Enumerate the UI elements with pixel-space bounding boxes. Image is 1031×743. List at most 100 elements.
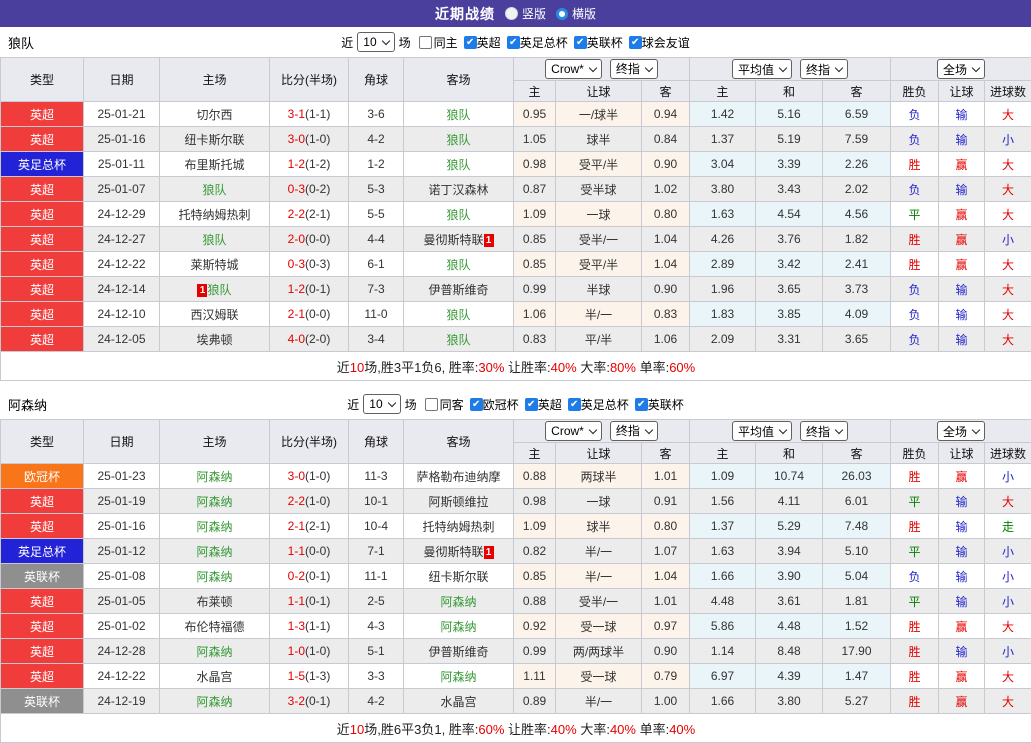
team-name-link[interactable]: 曼彻斯特联 — [423, 545, 483, 559]
team-name-link[interactable]: 切尔西 — [196, 108, 232, 122]
team-name-link[interactable]: 托特纳姆热刺 — [422, 520, 494, 534]
league-checkbox[interactable]: ✔ — [464, 36, 477, 49]
team-name-link[interactable]: 狼队 — [446, 108, 470, 122]
team-name-link[interactable]: 水晶宫 — [196, 670, 232, 684]
avg-odds-home: 5.86 — [690, 614, 756, 639]
corner-score: 2-5 — [349, 589, 404, 614]
team-name-link[interactable]: 阿森纳 — [440, 670, 476, 684]
match-row: 英联杯25-01-08阿森纳0-2(0-1)11-1纽卡斯尔联0.85半/一1.… — [1, 564, 1031, 589]
bookmaker-select[interactable]: Crow* — [545, 59, 602, 79]
team-name-link[interactable]: 阿森纳 — [196, 545, 232, 559]
odds-stage-select[interactable]: 终指 — [610, 59, 658, 79]
avg-odds-away: 2.02 — [823, 177, 891, 202]
games-count-select[interactable]: 10 — [357, 32, 394, 52]
league-checkbox[interactable]: ✔ — [470, 398, 483, 411]
team-name-link[interactable]: 狼队 — [446, 208, 470, 222]
match-date: 24-12-14 — [84, 277, 160, 302]
avg-odds-home: 1.42 — [690, 102, 756, 127]
team-name-link[interactable]: 狼队 — [202, 233, 226, 247]
team-name-link[interactable]: 诺丁汉森林 — [428, 183, 488, 197]
team-name-link[interactable]: 阿森纳 — [440, 595, 476, 609]
league-checkbox[interactable]: ✔ — [574, 36, 587, 49]
result-outcome: 胜 — [891, 689, 939, 714]
match-row: 英足总杯25-01-12阿森纳1-1(0-0)7-1曼彻斯特联10.82半/一1… — [1, 539, 1031, 564]
match-row: 英超24-12-05埃弗顿4-0(2-0)3-4狼队0.83平/半1.062.0… — [1, 327, 1031, 352]
handicap-line: 两/两球半 — [556, 639, 642, 664]
team-name-link[interactable]: 水晶宫 — [440, 695, 476, 709]
team-name-link[interactable]: 狼队 — [446, 258, 470, 272]
handicap-line: 球半 — [556, 127, 642, 152]
team-name-link[interactable]: 阿森纳 — [440, 620, 476, 634]
league-checkbox[interactable]: ✔ — [568, 398, 581, 411]
team-name-link[interactable]: 阿森纳 — [196, 470, 232, 484]
league-checkbox[interactable]: ✔ — [635, 398, 648, 411]
result-handicap: 输 — [939, 102, 985, 127]
scope-select[interactable]: 全场 — [937, 59, 985, 79]
handicap-odds-home: 0.85 — [514, 227, 556, 252]
avg-stage-select[interactable]: 终指 — [800, 421, 848, 441]
same-venue-checkbox[interactable] — [419, 36, 432, 49]
result-handicap: 输 — [939, 177, 985, 202]
league-checkbox[interactable]: ✔ — [629, 36, 642, 49]
league-checkbox[interactable]: ✔ — [525, 398, 538, 411]
team-name-link[interactable]: 托特纳姆热刺 — [178, 208, 250, 222]
average-select[interactable]: 平均值 — [732, 59, 792, 79]
date-header: 日期 — [84, 420, 160, 464]
chevron-down-icon — [381, 37, 389, 45]
away-team-cell: 狼队 — [404, 327, 514, 352]
league-checkbox[interactable]: ✔ — [507, 36, 520, 49]
type-header: 类型 — [1, 58, 84, 102]
team-name-link[interactable]: 埃弗顿 — [196, 333, 232, 347]
team-name-link[interactable]: 狼队 — [446, 333, 470, 347]
avg-draw-header: 和 — [756, 81, 823, 102]
team-name-link[interactable]: 布里斯托城 — [184, 158, 244, 172]
team-name-link[interactable]: 阿森纳 — [196, 645, 232, 659]
corner-score: 5-5 — [349, 202, 404, 227]
team-name-link[interactable]: 纽卡斯尔联 — [428, 570, 488, 584]
average-select[interactable]: 平均值 — [732, 421, 792, 441]
scope-select[interactable]: 全场 — [937, 421, 985, 441]
handicap-away-header: 客 — [642, 443, 690, 464]
home-team-cell: 阿森纳 — [160, 489, 270, 514]
corner-score: 11-3 — [349, 464, 404, 489]
team-name-link[interactable]: 布伦特福德 — [184, 620, 244, 634]
score-cell: 1-5(1-3) — [270, 664, 349, 689]
score-cell: 2-0(0-0) — [270, 227, 349, 252]
team-name-link[interactable]: 伊普斯维奇 — [428, 645, 488, 659]
team-name-link[interactable]: 西汉姆联 — [190, 308, 238, 322]
result-goals: 大 — [985, 177, 1031, 202]
team-name-link[interactable]: 狼队 — [202, 183, 226, 197]
team-name-link[interactable]: 伊普斯维奇 — [428, 283, 488, 297]
odds-stage-select[interactable]: 终指 — [610, 421, 658, 441]
team-name-link[interactable]: 纽卡斯尔联 — [184, 133, 244, 147]
score-header: 比分(半场) — [270, 58, 349, 102]
handicap-odds-away: 1.00 — [642, 689, 690, 714]
corner-score: 3-4 — [349, 327, 404, 352]
team-name-link[interactable]: 狼队 — [207, 283, 231, 297]
home-team-cell: 埃弗顿 — [160, 327, 270, 352]
avg-stage-select[interactable]: 终指 — [800, 59, 848, 79]
same-venue-checkbox[interactable] — [425, 398, 438, 411]
corner-header: 角球 — [349, 420, 404, 464]
team-name-link[interactable]: 阿森纳 — [196, 495, 232, 509]
team-name-link[interactable]: 萨格勒布迪纳摩 — [416, 470, 500, 484]
team-name-link[interactable]: 莱斯特城 — [190, 258, 238, 272]
team-name-link[interactable]: 阿斯顿维拉 — [428, 495, 488, 509]
team-name-link[interactable]: 阿森纳 — [196, 695, 232, 709]
team-name-link[interactable]: 布莱顿 — [196, 595, 232, 609]
layout-option-horizontal[interactable]: 横版 — [556, 5, 596, 22]
layout-option-vertical[interactable]: 竖版 — [505, 5, 546, 22]
team-name-link[interactable]: 狼队 — [446, 133, 470, 147]
team-name-link[interactable]: 狼队 — [446, 308, 470, 322]
team-name-link[interactable]: 阿森纳 — [196, 570, 232, 584]
bookmaker-select[interactable]: Crow* — [545, 421, 602, 441]
team-name-link[interactable]: 狼队 — [446, 158, 470, 172]
team-name-link[interactable]: 曼彻斯特联 — [423, 233, 483, 247]
full-time-score: 1-1 — [288, 544, 305, 558]
games-count-select[interactable]: 10 — [363, 394, 400, 414]
handicap-line: 受平/半 — [556, 252, 642, 277]
summary-cell: 近10场,胜3平1负6, 胜率:30% 让胜率:40% 大率:80% 单率:60… — [1, 352, 1031, 381]
team-name-link[interactable]: 阿森纳 — [196, 520, 232, 534]
avg-odds-draw: 4.48 — [756, 614, 823, 639]
bookmaker-select-value: Crow* — [551, 62, 584, 76]
